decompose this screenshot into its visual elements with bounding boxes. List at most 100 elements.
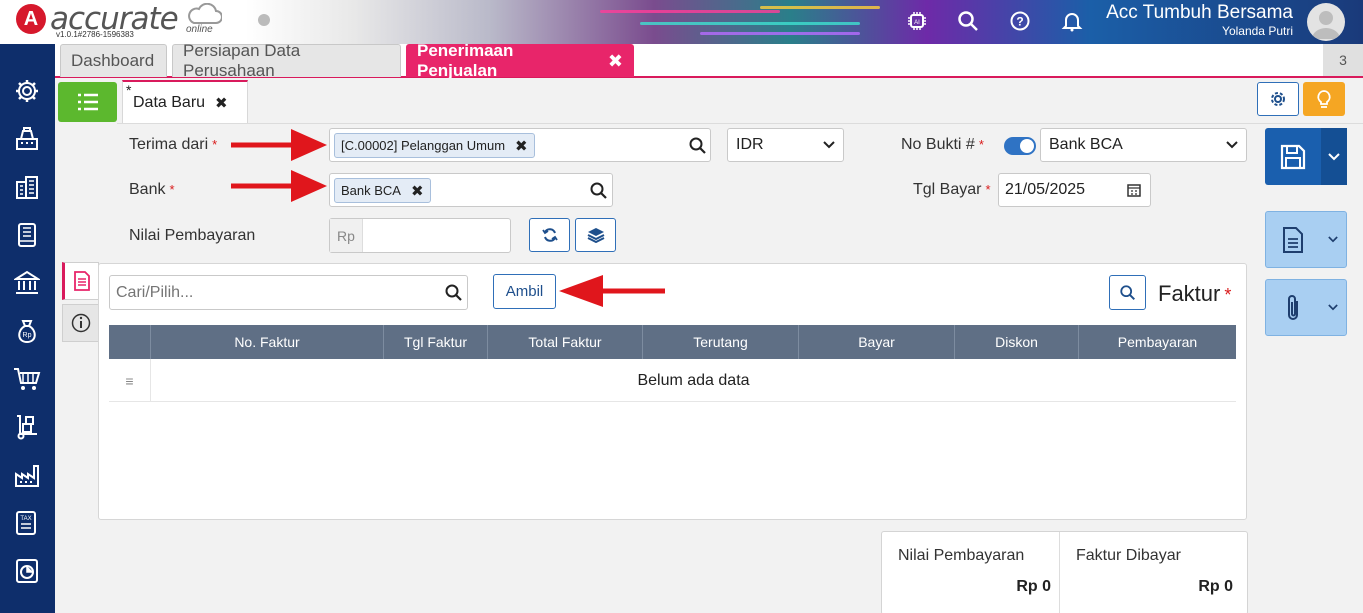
- tgl-bayar-field[interactable]: 21/05/2025: [998, 173, 1151, 207]
- cash-register-icon[interactable]: [13, 125, 41, 153]
- annotation-arrow: [231, 170, 327, 202]
- status-dot: [258, 14, 270, 26]
- factory-icon[interactable]: [13, 461, 41, 489]
- money-bag-icon[interactable]: Rp: [13, 317, 41, 345]
- search-icon[interactable]: [589, 181, 609, 201]
- auto-number-toggle[interactable]: [1004, 137, 1036, 155]
- payment-summary: Nilai Pembayaran Rp 0 Faktur Dibayar Rp …: [881, 531, 1248, 613]
- save-button-group: [1265, 128, 1347, 185]
- list-view-button[interactable]: [58, 82, 117, 122]
- recalculate-button[interactable]: [529, 218, 570, 252]
- search-icon[interactable]: [688, 136, 708, 156]
- header-decoration: [600, 10, 780, 13]
- save-button[interactable]: [1265, 128, 1321, 185]
- summary-value: Rp 0: [1016, 578, 1051, 595]
- currency-value: IDR: [736, 136, 764, 153]
- tab-info-side[interactable]: [62, 304, 99, 342]
- building-icon[interactable]: [13, 173, 41, 201]
- column-header[interactable]: No. Faktur: [151, 325, 384, 359]
- summary-label: Faktur Dibayar: [1076, 547, 1181, 564]
- close-tab-icon[interactable]: ✖: [608, 51, 623, 72]
- search-icon[interactable]: [955, 8, 981, 34]
- company-info[interactable]: Acc Tumbuh Bersama Yolanda Putri: [1106, 2, 1293, 38]
- list-icon: [77, 93, 98, 111]
- ambil-button[interactable]: Ambil: [493, 274, 556, 309]
- paperclip-icon: [1288, 294, 1299, 320]
- document-icon: [1283, 226, 1304, 253]
- tax-icon[interactable]: TAX: [13, 509, 41, 537]
- tab-label: Penerimaan Penjualan: [417, 41, 514, 80]
- document-button-group: [1265, 211, 1347, 268]
- faktur-title: Faktur *: [1158, 281, 1232, 306]
- currency-select[interactable]: IDR: [727, 128, 844, 162]
- faktur-search-input[interactable]: [116, 282, 436, 304]
- tab-label: Persiapan Data Perusahaan: [183, 41, 301, 80]
- currency-prefix: Rp: [330, 219, 363, 252]
- tab-penerimaan-penjualan[interactable]: Penerimaan Penjualan ✖: [406, 41, 634, 80]
- avatar[interactable]: [1307, 3, 1345, 41]
- cart-icon[interactable]: [13, 365, 41, 393]
- unsaved-marker: *: [126, 82, 132, 98]
- save-options-dropdown[interactable]: [1321, 128, 1347, 185]
- header-decoration: [700, 32, 860, 35]
- column-header[interactable]: Diskon: [955, 325, 1079, 359]
- nilai-pembayaran-field[interactable]: Rp: [329, 218, 511, 253]
- tips-button[interactable]: [1303, 82, 1345, 116]
- divider: [117, 123, 1363, 124]
- column-header[interactable]: Total Faktur: [488, 325, 643, 359]
- chevron-down-icon: [1328, 304, 1339, 311]
- summary-nilai-pembayaran: Nilai Pembayaran Rp 0: [882, 532, 1060, 613]
- attachment-button-group: [1265, 279, 1347, 336]
- remove-chip-icon[interactable]: ✖: [515, 137, 528, 155]
- tab-faktur-side[interactable]: [62, 262, 99, 300]
- chip-label: [C.00002] Pelanggan Umum: [341, 138, 506, 153]
- column-header[interactable]: Pembayaran: [1079, 325, 1236, 359]
- help-icon[interactable]: ?: [1007, 8, 1033, 34]
- app-version: v1.0.1#2786-1596383: [56, 30, 134, 39]
- document-options-dropdown[interactable]: [1321, 212, 1346, 267]
- report-icon[interactable]: [13, 557, 41, 585]
- search-icon[interactable]: [444, 283, 464, 303]
- settings-button[interactable]: [1257, 82, 1299, 116]
- attachment-button[interactable]: [1266, 280, 1321, 335]
- column-header[interactable]: Tgl Faktur: [384, 325, 488, 359]
- faktur-search-button[interactable]: [1109, 275, 1146, 310]
- bank-icon[interactable]: [13, 269, 41, 297]
- layers-button[interactable]: [575, 218, 616, 252]
- book-icon[interactable]: [13, 221, 41, 249]
- hand-truck-icon[interactable]: [13, 413, 41, 441]
- tab-label: Dashboard: [71, 51, 155, 70]
- calendar-icon[interactable]: [1127, 183, 1141, 197]
- no-bukti-select[interactable]: Bank BCA: [1040, 128, 1247, 162]
- module-tab-bar: Dashboard Persiapan Data Perusahaan Pene…: [55, 41, 1363, 80]
- tab-data-baru[interactable]: * Data Baru ✖: [122, 80, 248, 124]
- terima-dari-field[interactable]: [C.00002] Pelanggan Umum ✖: [329, 128, 711, 162]
- save-icon: [1280, 144, 1306, 169]
- column-header[interactable]: Bayar: [799, 325, 955, 359]
- summary-faktur-dibayar: Faktur Dibayar Rp 0: [1060, 532, 1247, 613]
- svg-text:AI: AI: [914, 20, 920, 26]
- nilai-pembayaran-label: Nilai Pembayaran: [129, 227, 256, 244]
- faktur-search-field[interactable]: [109, 275, 468, 310]
- chevron-down-icon: [1328, 152, 1340, 160]
- tab-dashboard[interactable]: Dashboard: [60, 44, 167, 77]
- tab-count-dropdown[interactable]: 3: [1323, 44, 1363, 76]
- no-bukti-label: No Bukti # *: [901, 136, 984, 153]
- tab-persiapan-data-perusahaan[interactable]: Persiapan Data Perusahaan: [172, 41, 401, 80]
- ai-chip-icon[interactable]: AI: [904, 8, 930, 34]
- lightbulb-icon: [1317, 90, 1331, 108]
- chevron-down-icon: [823, 141, 835, 149]
- document-button[interactable]: [1266, 212, 1321, 267]
- gear-icon[interactable]: [13, 77, 41, 105]
- close-doc-tab-icon[interactable]: ✖: [215, 94, 228, 112]
- column-header[interactable]: Terutang: [643, 325, 799, 359]
- attachment-options-dropdown[interactable]: [1321, 280, 1346, 335]
- empty-message: Belum ada data: [637, 371, 750, 389]
- bank-label: Bank *: [129, 181, 175, 198]
- remove-chip-icon[interactable]: ✖: [411, 182, 424, 200]
- row-handle-icon[interactable]: ≡: [109, 359, 151, 402]
- bank-field[interactable]: Bank BCA ✖: [329, 173, 613, 207]
- main-content: * Data Baru ✖ Terima dari * [C.00002] Pel…: [55, 78, 1363, 613]
- bell-icon[interactable]: [1059, 8, 1085, 34]
- table-row: ≡ Belum ada data: [109, 359, 1236, 402]
